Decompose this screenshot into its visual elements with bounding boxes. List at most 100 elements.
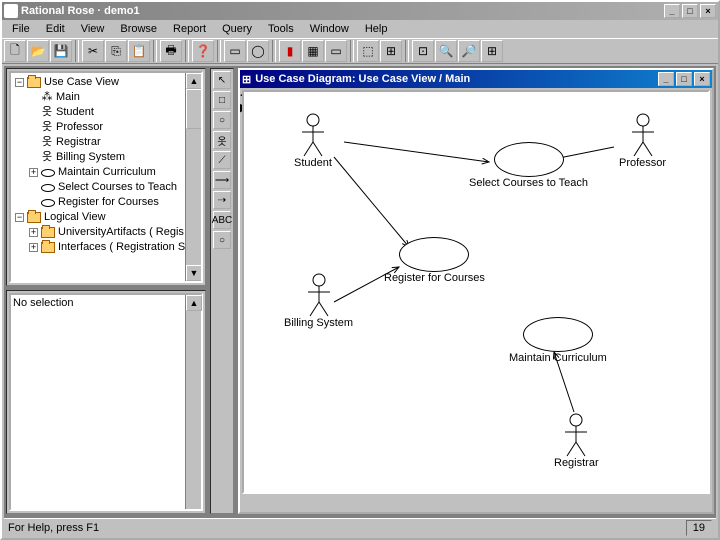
no-selection-text: No selection bbox=[13, 297, 74, 309]
menu-browse[interactable]: Browse bbox=[112, 21, 165, 37]
menu-help[interactable]: Help bbox=[357, 21, 396, 37]
actor-professor[interactable]: Professor bbox=[619, 112, 666, 169]
tool-b-icon[interactable]: ▦ bbox=[302, 40, 324, 62]
tree-item[interactable]: Maintain Curriculum bbox=[58, 165, 156, 180]
tool-d-icon[interactable]: ⬚ bbox=[357, 40, 379, 62]
scroll-up-icon[interactable]: ▲ bbox=[186, 295, 202, 311]
note-tool-icon[interactable]: □ bbox=[213, 91, 231, 109]
tree-usecase-view[interactable]: Use Case View bbox=[44, 75, 119, 90]
diagram-canvas[interactable]: Student Professor Billing System Registr… bbox=[242, 90, 710, 494]
tool-f-icon[interactable]: ⊞ bbox=[481, 40, 503, 62]
expand-icon[interactable]: + bbox=[29, 168, 38, 177]
actor-label: Registrar bbox=[554, 457, 599, 469]
actor-registrar[interactable]: Registrar bbox=[554, 412, 599, 469]
help-context-icon[interactable]: ❓ bbox=[192, 40, 214, 62]
titlebar[interactable]: Rational Rose · demo1 _ □ × bbox=[2, 2, 718, 20]
zoom-out-icon[interactable]: 🔎 bbox=[458, 40, 480, 62]
menu-view[interactable]: View bbox=[73, 21, 113, 37]
tree-item[interactable]: Select Courses to Teach bbox=[58, 180, 177, 195]
expand-icon[interactable]: + bbox=[29, 243, 38, 252]
usecase-icon bbox=[41, 199, 55, 207]
usecase-icon bbox=[41, 184, 55, 192]
actor-icon: 옷 bbox=[41, 150, 53, 165]
tree-item[interactable]: Student bbox=[56, 105, 94, 120]
browse-class-icon[interactable]: ▭ bbox=[224, 40, 246, 62]
cut-icon[interactable]: ✂ bbox=[82, 40, 104, 62]
tool-e-icon[interactable]: ⊞ bbox=[380, 40, 402, 62]
copy-icon[interactable]: ⎘ bbox=[105, 40, 127, 62]
usecase-select-courses[interactable]: Select Courses to Teach bbox=[469, 142, 588, 189]
actor-billing[interactable]: Billing System bbox=[284, 272, 353, 329]
diagram-title: Use Case Diagram: Use Case View / Main bbox=[255, 73, 470, 85]
close-button[interactable]: × bbox=[700, 4, 716, 18]
usecase-label: Select Courses to Teach bbox=[469, 177, 588, 189]
menu-edit[interactable]: Edit bbox=[38, 21, 73, 37]
actor-label: Professor bbox=[619, 157, 666, 169]
zoom-in-icon[interactable]: 🔍 bbox=[435, 40, 457, 62]
tree-item[interactable]: Billing System bbox=[56, 150, 125, 165]
diagram-titlebar[interactable]: ⊞ Use Case Diagram: Use Case View / Main… bbox=[240, 70, 712, 88]
expand-icon[interactable]: + bbox=[29, 228, 38, 237]
usecase-maintain[interactable]: Maintain Curriculum bbox=[509, 317, 607, 364]
menu-window[interactable]: Window bbox=[302, 21, 357, 37]
tool-a-icon[interactable]: ▮ bbox=[279, 40, 301, 62]
stickman-icon bbox=[298, 112, 328, 157]
save-icon[interactable]: 💾 bbox=[50, 40, 72, 62]
association-tool-icon[interactable]: ⟋ bbox=[213, 151, 231, 169]
properties-panel: No selection ▲ bbox=[6, 290, 206, 514]
maximize-button[interactable]: □ bbox=[682, 4, 698, 18]
tree-item[interactable]: Register for Courses bbox=[58, 195, 159, 210]
tree-item[interactable]: UniversityArtifacts ( Regis bbox=[58, 225, 184, 240]
print-icon[interactable]: 🖶 bbox=[160, 40, 182, 62]
status-page: 19 bbox=[686, 520, 712, 536]
actor-tool-icon[interactable]: 옷 bbox=[213, 131, 231, 149]
folder-icon bbox=[27, 212, 41, 223]
scroll-down-icon[interactable]: ▼ bbox=[186, 265, 202, 281]
diagram-toolbox: ↖ □ ○ 옷 ⟋ ⟶ ⇢ ABC ○ bbox=[210, 68, 234, 514]
unidir-tool-icon[interactable]: ⟶ bbox=[213, 171, 231, 189]
actor-label: Student bbox=[294, 157, 332, 169]
diagram-minimize-button[interactable]: _ bbox=[658, 72, 674, 86]
actor-student[interactable]: Student bbox=[294, 112, 332, 169]
zoom-fit-icon[interactable]: ⊡ bbox=[412, 40, 434, 62]
scroll-up-icon[interactable]: ▲ bbox=[186, 73, 202, 89]
collapse-icon[interactable]: − bbox=[15, 78, 24, 87]
pointer-tool-icon[interactable]: ↖ bbox=[213, 71, 231, 89]
menu-query[interactable]: Query bbox=[214, 21, 260, 37]
tree-item[interactable]: Professor bbox=[56, 120, 103, 135]
minimize-button[interactable]: _ bbox=[664, 4, 680, 18]
collapse-icon[interactable]: − bbox=[15, 213, 24, 222]
scroll-thumb[interactable] bbox=[186, 89, 202, 129]
tool-c-icon[interactable]: ▭ bbox=[325, 40, 347, 62]
diagram-window: ⊞ Use Case Diagram: Use Case View / Main… bbox=[238, 68, 714, 514]
new-icon[interactable]: 🗋 bbox=[4, 40, 26, 62]
stickman-icon bbox=[561, 412, 591, 457]
tree-item[interactable]: Interfaces ( Registration S bbox=[58, 240, 185, 255]
folder-icon bbox=[27, 77, 41, 88]
menu-file[interactable]: File bbox=[4, 21, 38, 37]
depend-tool-icon[interactable]: ⇢ bbox=[213, 191, 231, 209]
menu-report[interactable]: Report bbox=[165, 21, 214, 37]
usecase-label: Maintain Curriculum bbox=[509, 352, 607, 364]
tree-logical-view[interactable]: Logical View bbox=[44, 210, 106, 225]
stickman-icon bbox=[628, 112, 658, 157]
text-tool-icon[interactable]: ABC bbox=[213, 211, 231, 229]
tree-item[interactable]: Registrar bbox=[56, 135, 101, 150]
folder-icon bbox=[41, 227, 55, 238]
usecase-register[interactable]: Register for Courses bbox=[384, 237, 485, 284]
oval-tool-icon[interactable]: ○ bbox=[213, 231, 231, 249]
app-icon bbox=[4, 4, 18, 18]
open-icon[interactable]: 📂 bbox=[27, 40, 49, 62]
actor-label: Billing System bbox=[284, 317, 353, 329]
browse-usecase-icon[interactable]: ◯ bbox=[247, 40, 269, 62]
paste-icon[interactable]: 📋 bbox=[128, 40, 150, 62]
usecase-tool-icon[interactable]: ○ bbox=[213, 111, 231, 129]
tree-vscrollbar[interactable]: ▲ ▼ bbox=[185, 73, 201, 281]
diagram-close-button[interactable]: × bbox=[694, 72, 710, 86]
props-vscrollbar[interactable]: ▲ bbox=[185, 295, 201, 509]
folder-icon bbox=[41, 242, 55, 253]
diagram-maximize-button[interactable]: □ bbox=[676, 72, 692, 86]
tree-view[interactable]: −Use Case View ⁂Main 옷Student 옷Professor… bbox=[9, 71, 203, 283]
menu-tools[interactable]: Tools bbox=[260, 21, 302, 37]
tree-item[interactable]: Main bbox=[56, 90, 80, 105]
